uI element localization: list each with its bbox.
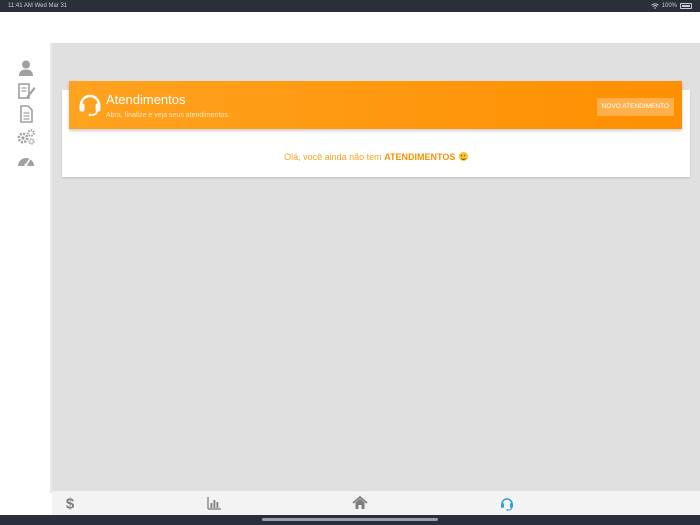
edit-document-icon[interactable] <box>16 82 36 100</box>
bar-chart-icon[interactable] <box>206 495 222 511</box>
home-icon[interactable] <box>352 495 368 511</box>
bottom-navigation: $ <box>52 490 700 515</box>
status-right: 100% <box>650 3 692 9</box>
dashboard-gauge-icon[interactable] <box>16 151 36 169</box>
battery-percent: 100% <box>661 3 677 9</box>
empty-state-text: Olá, você ainda não tem <box>284 152 385 162</box>
page-title: Atendimentos <box>106 92 186 107</box>
status-time: 11:41 AM Wed Mar 31 <box>8 3 68 9</box>
svg-text:$: $ <box>66 496 75 512</box>
sidebar <box>0 43 52 493</box>
new-attendance-button[interactable]: NOVO ATENDIMENTO <box>596 98 674 116</box>
smiley-emoji-icon <box>458 152 468 161</box>
empty-state-highlight: ATENDIMENTOS <box>384 152 456 162</box>
dollar-icon[interactable]: $ <box>62 495 78 512</box>
system-home-bar <box>0 515 700 525</box>
user-icon[interactable] <box>16 59 36 77</box>
headset-icon <box>79 94 101 117</box>
wifi-icon <box>650 3 659 9</box>
page-subtitle: Abra, finalize e veja seus atendimentos. <box>106 112 230 119</box>
home-indicator[interactable] <box>262 518 438 521</box>
settings-gears-icon[interactable] <box>16 128 36 146</box>
top-bar <box>0 12 700 43</box>
attendances-header-banner: Atendimentos Abra, finalize e veja seus … <box>69 81 682 129</box>
status-bar: 11:41 AM Wed Mar 31 100% <box>0 0 700 12</box>
main-content: Olá, você ainda não tem ATENDIMENTOS Ate… <box>52 43 700 490</box>
document-icon[interactable] <box>16 105 36 123</box>
headset-nav-icon[interactable] <box>499 495 515 511</box>
battery-icon <box>680 3 692 9</box>
empty-state-message: Olá, você ainda não tem ATENDIMENTOS <box>62 152 690 162</box>
app-window: Olá, você ainda não tem ATENDIMENTOS Ate… <box>0 12 700 515</box>
